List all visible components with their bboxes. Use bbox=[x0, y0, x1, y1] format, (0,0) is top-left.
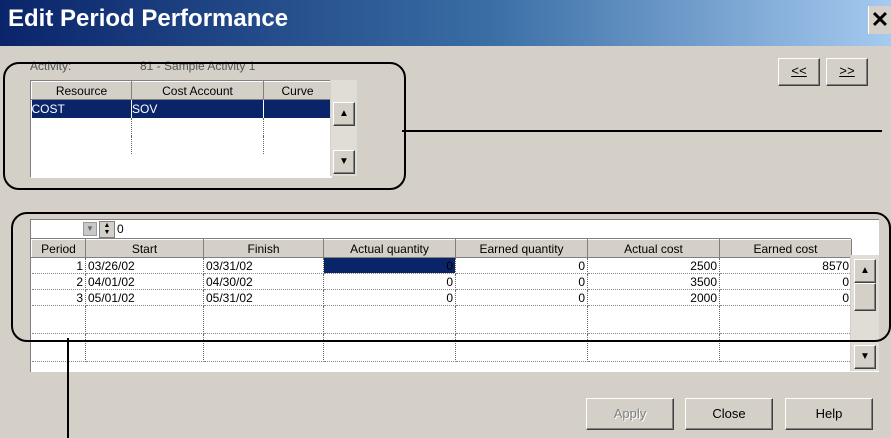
window-title: Edit Period Performance bbox=[8, 5, 289, 32]
scroll-down-icon[interactable]: ▼ bbox=[854, 345, 876, 369]
edit-period-performance-dialog: Edit Period Performance ✕ Activity: 81 -… bbox=[0, 0, 891, 438]
help-button[interactable]: Help bbox=[785, 398, 873, 430]
apply-button[interactable]: Apply bbox=[586, 398, 674, 430]
previous-button[interactable]: << bbox=[778, 58, 820, 86]
close-button[interactable]: Close bbox=[685, 398, 773, 430]
title-bar: Edit Period Performance ✕ bbox=[0, 0, 891, 46]
resource-callout-leader bbox=[402, 130, 882, 132]
next-button[interactable]: >> bbox=[826, 58, 868, 86]
resource-grid-callout bbox=[3, 62, 406, 190]
period-callout-leader bbox=[67, 338, 69, 438]
close-icon[interactable]: ✕ bbox=[868, 6, 891, 34]
period-grid-callout bbox=[11, 212, 891, 342]
